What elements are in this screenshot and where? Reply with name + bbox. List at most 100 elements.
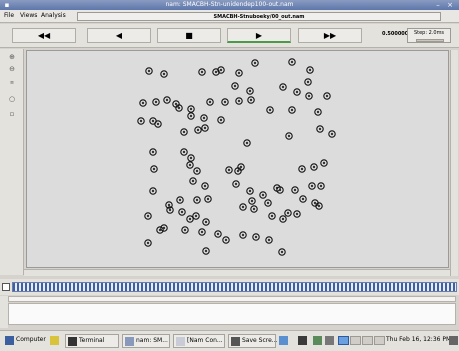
close-icon[interactable]: ×: [446, 1, 454, 9]
network-node[interactable]: [239, 203, 247, 211]
zoom-out-icon[interactable]: ⊖: [7, 64, 17, 74]
network-node[interactable]: [264, 199, 272, 207]
network-node[interactable]: [316, 125, 324, 133]
network-icon[interactable]: [313, 336, 322, 345]
network-node[interactable]: [251, 59, 259, 67]
network-node[interactable]: [145, 67, 153, 75]
network-node[interactable]: [202, 247, 210, 255]
network-node[interactable]: [144, 239, 152, 247]
network-node[interactable]: [201, 182, 209, 190]
network-node[interactable]: [288, 58, 296, 66]
network-node[interactable]: [314, 108, 322, 116]
show-desktop-icon[interactable]: [449, 336, 458, 345]
network-node[interactable]: [298, 165, 306, 173]
network-node[interactable]: [279, 83, 287, 91]
minimize-icon[interactable]: –: [434, 1, 442, 9]
menu-file[interactable]: File: [4, 12, 14, 19]
network-node[interactable]: [160, 70, 168, 78]
clock[interactable]: Thu Feb 16, 12:36 PM: [386, 334, 451, 346]
network-node[interactable]: [291, 186, 299, 194]
step-slider[interactable]: [416, 39, 444, 42]
network-node[interactable]: [310, 163, 318, 171]
network-node[interactable]: [231, 82, 239, 90]
time-slider[interactable]: [12, 282, 457, 292]
network-node[interactable]: [304, 78, 312, 86]
network-node[interactable]: [243, 139, 251, 147]
taskbar-nam-sm[interactable]: nam: SM...: [122, 334, 170, 348]
network-node[interactable]: [239, 231, 247, 239]
network-node[interactable]: [180, 148, 188, 156]
network-node[interactable]: [186, 215, 194, 223]
network-node[interactable]: [250, 205, 258, 213]
network-node[interactable]: [284, 209, 292, 217]
network-node[interactable]: [214, 230, 222, 238]
network-node[interactable]: [193, 167, 201, 175]
network-node[interactable]: [139, 99, 147, 107]
network-node[interactable]: [187, 154, 195, 162]
network-node[interactable]: [217, 116, 225, 124]
network-node[interactable]: [265, 236, 273, 244]
select-icon[interactable]: ○: [7, 94, 17, 104]
stop-button[interactable]: ■: [157, 28, 221, 43]
network-node[interactable]: [308, 182, 316, 190]
step-back-button[interactable]: ◀: [87, 28, 151, 43]
network-node[interactable]: [266, 106, 274, 114]
network-node[interactable]: [268, 212, 276, 220]
network-node[interactable]: [187, 112, 195, 120]
network-node[interactable]: [317, 182, 325, 190]
network-node[interactable]: [252, 233, 260, 241]
network-node[interactable]: [221, 98, 229, 106]
workspace-4-icon[interactable]: [374, 336, 385, 345]
taskbar-nam-con[interactable]: [Nam Con...: [173, 334, 225, 348]
network-node[interactable]: [285, 132, 293, 140]
network-node[interactable]: [201, 124, 209, 132]
network-node[interactable]: [206, 98, 214, 106]
network-node[interactable]: [288, 106, 296, 114]
network-node[interactable]: [187, 105, 195, 113]
network-node[interactable]: [328, 130, 336, 138]
network-node[interactable]: [293, 88, 301, 96]
menu-analysis[interactable]: Analysis: [41, 12, 66, 19]
zoom-in-icon[interactable]: ⊕: [7, 52, 17, 62]
tray-icon[interactable]: [298, 336, 307, 345]
menu-views[interactable]: Views: [20, 12, 37, 19]
network-node[interactable]: [259, 191, 267, 199]
timeline-icon[interactable]: [2, 283, 10, 291]
network-node[interactable]: [246, 87, 254, 95]
layout-icon[interactable]: ▫: [7, 109, 17, 119]
network-node[interactable]: [180, 128, 188, 136]
tray-app-icon[interactable]: [279, 336, 288, 345]
taskbar-terminal[interactable]: Terminal: [65, 334, 119, 348]
network-node[interactable]: [299, 195, 307, 203]
edit-icon[interactable]: ≡: [7, 78, 17, 88]
network-node[interactable]: [181, 226, 189, 234]
network-node[interactable]: [278, 248, 286, 256]
rewind-button[interactable]: ◀◀: [12, 28, 76, 43]
network-node[interactable]: [176, 196, 184, 204]
network-node[interactable]: [247, 96, 255, 104]
network-node[interactable]: [186, 161, 194, 169]
window-menu-icon[interactable]: ▪: [3, 1, 11, 9]
edit-launcher-icon[interactable]: [50, 336, 59, 345]
play-button[interactable]: ▶: [227, 28, 291, 43]
network-node[interactable]: [178, 208, 186, 216]
network-node[interactable]: [279, 215, 287, 223]
network-node[interactable]: [305, 92, 313, 100]
network-node[interactable]: [320, 159, 328, 167]
network-node[interactable]: [225, 166, 233, 174]
network-node[interactable]: [193, 196, 201, 204]
workspace-1-icon[interactable]: [338, 336, 349, 345]
network-node[interactable]: [198, 228, 206, 236]
network-canvas[interactable]: [26, 50, 449, 268]
network-node[interactable]: [204, 195, 212, 203]
network-node[interactable]: [152, 98, 160, 106]
network-node[interactable]: [189, 177, 197, 185]
network-node[interactable]: [163, 96, 171, 104]
network-node[interactable]: [149, 187, 157, 195]
horizontal-scrollbar[interactable]: [24, 269, 450, 276]
network-node[interactable]: [246, 187, 254, 195]
step-control[interactable]: Step: 2.0ms: [407, 28, 451, 43]
network-node[interactable]: [150, 165, 158, 173]
fast-forward-button[interactable]: ▶▶: [298, 28, 362, 43]
network-node[interactable]: [137, 117, 145, 125]
